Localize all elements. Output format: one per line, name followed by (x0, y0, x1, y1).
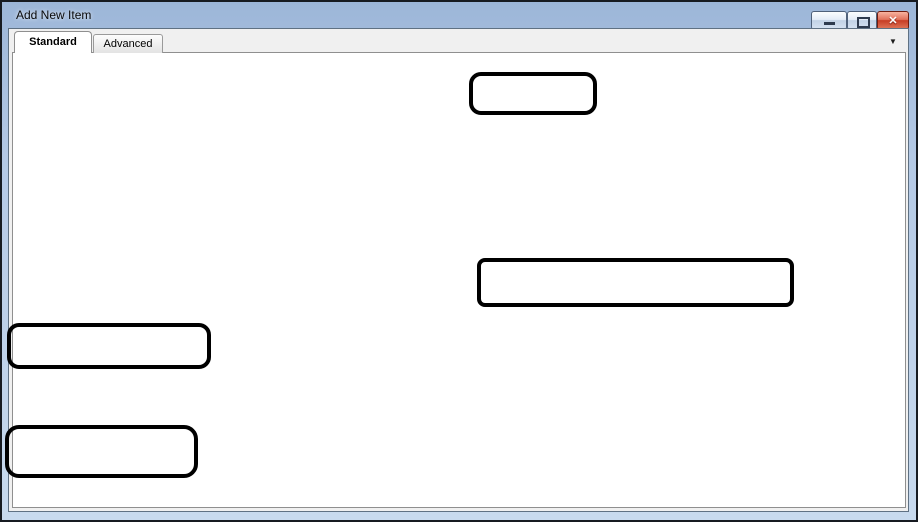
chevron-down-icon[interactable]: ▼ (889, 37, 897, 46)
window-title: Add New Item (16, 8, 91, 22)
tab-advanced[interactable]: Advanced (93, 34, 163, 53)
close-icon: ✕ (878, 14, 908, 27)
tab-standard[interactable]: Standard (14, 31, 92, 53)
maximize-icon (857, 17, 870, 28)
standard-tab-page (12, 52, 906, 508)
minimize-icon (824, 22, 835, 25)
add-new-item-dialog: Add New Item ✕ Standard Advanced ▼ Contr… (0, 0, 918, 522)
